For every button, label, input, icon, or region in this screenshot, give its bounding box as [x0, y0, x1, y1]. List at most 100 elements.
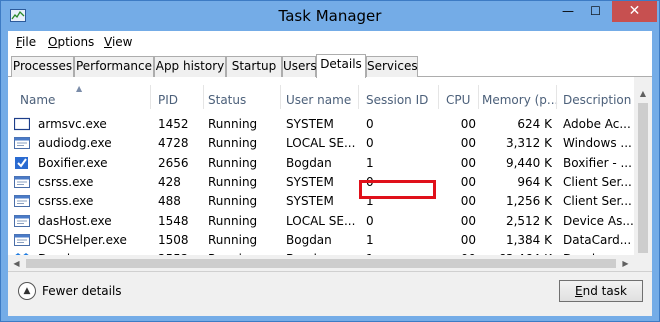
- client-area: File Options View Processes Performance App …: [8, 31, 652, 316]
- menu-options[interactable]: Options: [48, 35, 94, 49]
- close-button[interactable]: ✕: [612, 1, 657, 22]
- column-divider[interactable]: [556, 85, 557, 109]
- column-header-session-id[interactable]: Session ID: [366, 93, 428, 107]
- cell-pid: 1508: [158, 232, 189, 247]
- cell-status: Running: [208, 155, 258, 170]
- end-task-label: nd task: [582, 284, 627, 298]
- cell-pid: 488: [158, 194, 181, 209]
- tab-processes[interactable]: Processes: [11, 56, 74, 77]
- generic-process-icon: [14, 175, 30, 189]
- column-divider[interactable]: [358, 85, 359, 109]
- cell-desc: Device As...: [563, 213, 633, 228]
- column-divider[interactable]: [280, 85, 281, 109]
- cell-status: Running: [208, 232, 258, 247]
- generic-process-icon: [14, 233, 30, 247]
- cell-memory: 9,440 K: [505, 155, 552, 170]
- scroll-right-icon[interactable]: ▶: [617, 255, 634, 271]
- maximize-button[interactable]: ☐: [582, 1, 609, 22]
- cell-desc: Client Ser...: [563, 174, 632, 189]
- column-header-name[interactable]: Name: [20, 93, 55, 107]
- scroll-corner: [634, 255, 652, 271]
- tab-startup[interactable]: Startup: [226, 56, 282, 77]
- tab-users[interactable]: Users: [282, 56, 317, 77]
- cell-pid: 1452: [158, 117, 189, 131]
- column-header-memory-p[interactable]: Memory (p...: [482, 93, 558, 107]
- cell-memory: 624 K: [517, 117, 552, 131]
- footer: ▲ Fewer details End task: [8, 272, 652, 316]
- column-divider[interactable]: [438, 85, 439, 109]
- cell-desc: Windows ...: [563, 136, 632, 151]
- cell-memory: 1,384 K: [505, 232, 552, 247]
- generic-process-icon: [14, 194, 30, 208]
- details-panel: ▲ Name PID Status User name Session ID CPU Mem…: [8, 77, 652, 272]
- tab-details[interactable]: Details: [316, 54, 366, 78]
- table-row[interactable]: csrss.exe 428 Running SYSTEM 0 00 964 K Client …: [8, 173, 634, 192]
- column-header-status[interactable]: Status: [208, 93, 246, 107]
- cell-cpu: 00: [460, 232, 476, 247]
- cell-session: 0: [366, 117, 374, 131]
- table-header: ▲ Name PID Status User name Session ID CPU Mem…: [8, 77, 652, 109]
- cell-status: Running: [208, 213, 258, 228]
- vertical-scroll-thumb[interactable]: [638, 103, 648, 253]
- column-header-pid[interactable]: PID: [158, 93, 178, 107]
- table-row[interactable]: DCSHelper.exe 1508 Running Bogdan 1 00 1,384 K…: [8, 231, 634, 250]
- cell-user: Bogdan: [286, 232, 332, 247]
- column-divider[interactable]: [203, 85, 204, 109]
- boxifier-icon: [14, 156, 30, 170]
- cell-cpu: 00: [460, 136, 476, 151]
- tab-app-history[interactable]: App history: [154, 56, 226, 77]
- cell-name: audiodg.exe: [38, 136, 112, 151]
- chevron-up-icon[interactable]: ▲: [18, 282, 36, 300]
- column-header-cpu[interactable]: CPU: [446, 93, 470, 107]
- cell-user: SYSTEM: [286, 174, 334, 189]
- cell-user: SYSTEM: [286, 194, 334, 209]
- cell-status: Running: [208, 117, 258, 131]
- tab-services[interactable]: Services: [366, 56, 418, 77]
- generic-process-icon: [14, 136, 30, 150]
- minimize-button[interactable]: —: [554, 1, 582, 22]
- cell-session: 1: [366, 232, 374, 247]
- table-row[interactable]: csrss.exe 488 Running SYSTEM 1 00 1,256 K Clien…: [8, 192, 634, 211]
- cell-cpu: 00: [460, 194, 476, 209]
- cell-desc: Client Ser...: [563, 194, 632, 209]
- cell-memory: 1,256 K: [505, 194, 552, 209]
- cell-pid: 4728: [158, 136, 189, 151]
- cell-memory: 964 K: [517, 174, 552, 189]
- fewer-details-link[interactable]: Fewer details: [42, 284, 122, 298]
- tab-performance[interactable]: Performance: [74, 56, 154, 77]
- task-manager-window: Task Manager — ☐ ✕ File Options View Proce…: [0, 0, 660, 322]
- menu-file[interactable]: File: [16, 35, 36, 49]
- cell-memory: 2,512 K: [505, 213, 552, 228]
- cell-desc: DataCard...: [563, 232, 632, 247]
- scroll-up-icon[interactable]: ▲: [634, 85, 652, 102]
- cell-memory: 3,312 K: [505, 136, 552, 151]
- cell-name: Boxifier.exe: [38, 155, 108, 170]
- end-task-button[interactable]: End task: [559, 280, 643, 302]
- cell-status: Running: [208, 194, 258, 209]
- table-row[interactable]: armsvc.exe 1452 Running SYSTEM 0 00 624 K Adobe…: [8, 115, 634, 134]
- cell-name: armsvc.exe: [38, 117, 107, 131]
- scroll-left-icon[interactable]: ◀: [8, 255, 25, 271]
- table-row[interactable]: Boxifier.exe 2656 Running Bogdan 1 00 9,440 K B…: [8, 154, 634, 173]
- cell-user: LOCAL SE...: [286, 136, 356, 151]
- tab-bar: Processes Performance App history Startup Us…: [8, 53, 652, 78]
- column-header-user-name[interactable]: User name: [286, 93, 351, 107]
- vertical-scrollbar[interactable]: ▲: [634, 77, 652, 271]
- column-divider[interactable]: [478, 85, 479, 109]
- menu-bar: File Options View: [8, 31, 652, 53]
- cell-cpu: 00: [460, 117, 476, 131]
- table-row[interactable]: dasHost.exe 1548 Running LOCAL SE... 0 00 2,51…: [8, 212, 634, 231]
- table-row[interactable]: audiodg.exe 4728 Running LOCAL SE... 0 00 3,31…: [8, 134, 634, 153]
- menu-view[interactable]: View: [104, 35, 132, 49]
- cell-pid: 428: [158, 174, 181, 189]
- cell-name: DCSHelper.exe: [38, 232, 127, 247]
- sort-ascending-icon: ▲: [76, 84, 83, 93]
- cell-status: Running: [208, 136, 258, 151]
- session-highlight-boxifier: [359, 180, 436, 199]
- horizontal-scroll-thumb[interactable]: [26, 259, 616, 268]
- window-icon: [13, 117, 31, 131]
- column-divider[interactable]: [150, 85, 151, 109]
- horizontal-scrollbar[interactable]: ◀ ▶: [8, 255, 634, 271]
- column-header-description[interactable]: Description: [563, 93, 631, 107]
- title-bar[interactable]: Task Manager — ☐ ✕: [1, 1, 659, 31]
